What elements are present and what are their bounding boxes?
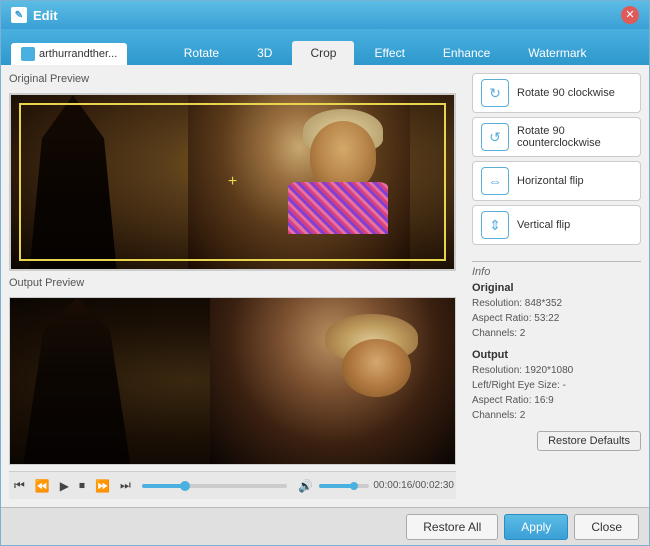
controls-bar: ⏮ ⏪ ▶ ⏹ ⏩ ⏭ 🔊 00:00:16/00:02:30 (9, 471, 456, 499)
rotate-ccw-label: Rotate 90 counterclockwise (517, 125, 632, 149)
left-panel: Original Preview + (1, 65, 464, 507)
original-aspect: Aspect Ratio: 53:22 (472, 311, 641, 326)
original-info-title: Original (472, 282, 641, 294)
title-bar-left: ✎ Edit (11, 7, 58, 23)
rotate-ccw-button[interactable]: ↺ Rotate 90 counterclockwise (472, 117, 641, 157)
crosshair: + (228, 173, 237, 191)
info-section: Info Original Resolution: 848*352 Aspect… (472, 257, 641, 499)
progress-fill (142, 484, 186, 488)
output-preview (9, 297, 456, 465)
play-button[interactable]: ▶ (57, 477, 72, 495)
output-channels: Channels: 2 (472, 408, 641, 423)
info-title: Info (472, 266, 641, 278)
window-close-button[interactable]: ✕ (621, 6, 639, 24)
output-info-group: Output Resolution: 1920*1080 Left/Right … (472, 349, 641, 423)
rotate-cw-button[interactable]: ↻ Rotate 90 clockwise (472, 73, 641, 113)
skip-start-button[interactable]: ⏮ (11, 476, 28, 495)
output-resolution: Resolution: 1920*1080 (472, 363, 641, 378)
original-resolution: Resolution: 848*352 (472, 296, 641, 311)
bottom-bar: Restore All Apply Close (1, 507, 649, 545)
skip-end-button[interactable]: ⏭ (117, 476, 134, 495)
step-back-button[interactable]: ⏪ (32, 477, 53, 495)
original-info-group: Original Resolution: 848*352 Aspect Rati… (472, 282, 641, 341)
file-icon (21, 47, 35, 61)
volume-thumb (350, 482, 358, 490)
volume-bar[interactable] (319, 484, 369, 488)
progress-thumb (180, 481, 190, 491)
scarf (288, 182, 388, 234)
info-divider (472, 261, 641, 262)
stop-button[interactable]: ⏹ (76, 476, 88, 495)
hflip-button[interactable]: ⇔ Horizontal flip (472, 161, 641, 201)
original-preview-inner: + (11, 95, 454, 269)
vflip-label: Vertical flip (517, 219, 570, 231)
output-info-title: Output (472, 349, 641, 361)
hflip-label: Horizontal flip (517, 175, 584, 187)
file-tab-label: arthurrandther... (39, 48, 117, 60)
restore-defaults-button[interactable]: Restore Defaults (537, 431, 641, 451)
right-panel: ↻ Rotate 90 clockwise ↺ Rotate 90 counte… (464, 65, 649, 507)
face (310, 121, 376, 190)
volume-area: 🔊 (295, 477, 369, 495)
tab-watermark[interactable]: Watermark (510, 41, 604, 65)
progress-bar[interactable] (142, 484, 288, 488)
title-bar: ✎ Edit ✕ (1, 1, 649, 29)
output-face (342, 339, 411, 397)
tab-effect[interactable]: Effect (356, 41, 422, 65)
rotate-ccw-icon: ↺ (481, 123, 509, 151)
output-person-right (210, 298, 455, 464)
window-title: Edit (33, 8, 58, 23)
nav-tabs: Rotate 3D Crop Effect Enhance Watermark (131, 41, 639, 65)
hflip-icon: ⇔ (481, 167, 509, 195)
tabs-bar: arthurrandther... Rotate 3D Crop Effect … (1, 29, 649, 65)
file-tab[interactable]: arthurrandther... (11, 43, 127, 65)
vflip-button[interactable]: ⇕ Vertical flip (472, 205, 641, 245)
tab-enhance[interactable]: Enhance (425, 41, 508, 65)
main-content: Original Preview + (1, 65, 649, 507)
original-scene: + (11, 95, 454, 269)
output-scene (10, 298, 455, 464)
volume-icon[interactable]: 🔊 (295, 477, 316, 495)
output-lr-size: Left/Right Eye Size: - (472, 378, 641, 393)
rotate-cw-label: Rotate 90 clockwise (517, 87, 615, 99)
original-preview-label: Original Preview (9, 73, 456, 85)
restore-all-button[interactable]: Restore All (406, 514, 498, 540)
tab-crop[interactable]: Crop (292, 41, 354, 65)
output-person-left (10, 298, 144, 464)
vflip-icon: ⇕ (481, 211, 509, 239)
output-preview-label: Output Preview (9, 277, 456, 289)
output-aspect: Aspect Ratio: 16:9 (472, 393, 641, 408)
rotate-cw-icon: ↻ (481, 79, 509, 107)
tab-rotate[interactable]: Rotate (166, 41, 237, 65)
tab-3d[interactable]: 3D (239, 41, 290, 65)
original-preview: + (9, 93, 456, 271)
main-window: ✎ Edit ✕ arthurrandther... Rotate 3D Cro… (0, 0, 650, 546)
original-channels: Channels: 2 (472, 326, 641, 341)
apply-button[interactable]: Apply (504, 514, 568, 540)
step-forward-button[interactable]: ⏩ (92, 477, 113, 495)
elderly-person (188, 95, 410, 269)
volume-fill (319, 484, 354, 488)
app-icon: ✎ (11, 7, 27, 23)
time-display: 00:00:16/00:02:30 (373, 480, 454, 491)
close-button[interactable]: Close (574, 514, 639, 540)
